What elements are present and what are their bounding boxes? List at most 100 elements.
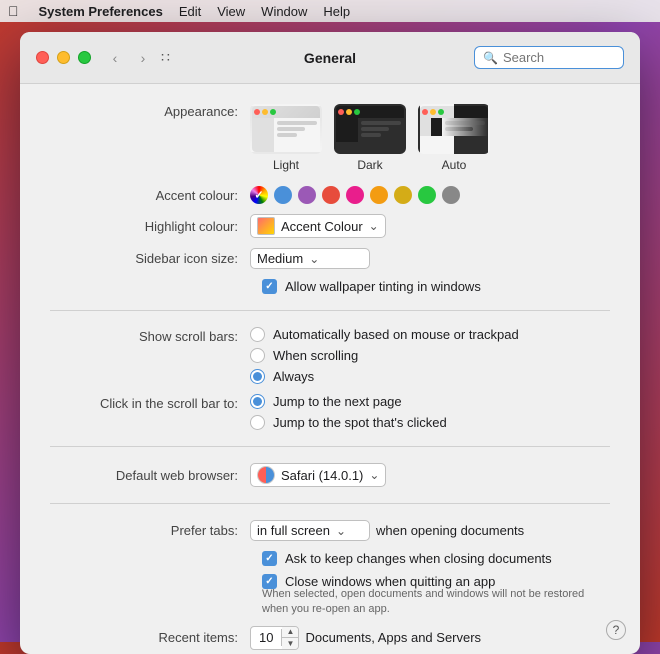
appearance-auto-thumb[interactable] [418,104,490,154]
accent-multicolor[interactable] [250,186,268,204]
wallpaper-tinting-row: ✓ Allow wallpaper tinting in windows [262,279,610,294]
maximize-button[interactable] [78,51,91,64]
click-next-row: Jump to the next page [250,394,447,409]
accent-orange[interactable] [370,186,388,204]
appearance-dark-thumb[interactable] [334,104,406,154]
recent-items-stepper[interactable]: 10 ▲ ▼ [250,626,299,650]
help-button[interactable]: ? [606,620,626,640]
prefer-tabs-value: in full screen [257,523,330,538]
search-box[interactable]: 🔍 [474,46,624,69]
appearance-light-label: Light [273,158,299,172]
window-title: General [304,50,356,66]
accent-blue[interactable] [274,186,292,204]
prefer-tabs-content: in full screen ⌄ when opening documents [250,520,524,541]
appearance-light[interactable]: Light [250,104,322,172]
menu-window[interactable]: Window [261,4,307,19]
back-button[interactable]: ‹ [103,48,127,68]
preferences-window: ‹ › ∷ General 🔍 Appearance: [20,32,640,654]
click-next-label: Jump to the next page [273,394,402,409]
click-spot-radio[interactable] [250,415,265,430]
stepper-up-button[interactable]: ▲ [282,627,298,638]
appearance-options: Light [250,104,490,172]
ask-keep-changes-label: Ask to keep changes when closing documen… [285,551,552,566]
titlebar: ‹ › ∷ General 🔍 [20,32,640,84]
wallpaper-tinting-label: Allow wallpaper tinting in windows [285,279,481,294]
appearance-label: Appearance: [50,104,250,119]
menu-app-name[interactable]: System Preferences [39,4,163,19]
highlight-colour-value: Accent Colour [281,219,363,234]
menu-edit[interactable]: Edit [179,4,201,19]
prefer-tabs-row: Prefer tabs: in full screen ⌄ when openi… [50,520,610,541]
scroll-auto-row: Automatically based on mouse or trackpad [250,327,519,342]
default-browser-value: Safari (14.0.1) [281,468,363,483]
forward-button[interactable]: › [131,48,155,68]
recent-items-value: 10 [251,629,282,646]
appearance-light-thumb[interactable] [250,104,322,154]
section-divider-3 [50,503,610,504]
default-browser-row: Default web browser: Safari (14.0.1) ⌄ [50,463,610,487]
recent-items-content: 10 ▲ ▼ Documents, Apps and Servers [250,626,481,650]
accent-red[interactable] [322,186,340,204]
scroll-when-radio[interactable] [250,348,265,363]
ask-keep-changes-checkbox[interactable]: ✓ [262,551,277,566]
appearance-row: Appearance: [50,104,610,172]
tabs-chevron-icon: ⌄ [336,524,346,538]
show-scroll-bars-label: Show scroll bars: [50,327,250,344]
ask-keep-changes-row: ✓ Ask to keep changes when closing docum… [262,551,610,566]
checkmark-icon-2: ✓ [265,553,273,564]
sidebar-icon-size-value: Medium [257,251,303,266]
checkmark-icon-3: ✓ [265,576,273,587]
accent-green[interactable] [418,186,436,204]
wallpaper-tinting-checkbox[interactable]: ✓ [262,279,277,294]
menu-view[interactable]: View [217,4,245,19]
prefer-tabs-dropdown[interactable]: in full screen ⌄ [250,520,370,541]
apple-logo-icon[interactable]:  [8,3,19,19]
prefer-tabs-label: Prefer tabs: [50,523,250,538]
click-spot-label: Jump to the spot that's clicked [273,415,447,430]
highlight-chevron-icon: ⌄ [369,219,379,233]
close-windows-hint: When selected, open documents and window… [262,587,610,618]
search-input[interactable] [503,50,615,65]
click-spot-row: Jump to the spot that's clicked [250,415,447,430]
accent-colour-options [250,186,460,204]
appearance-auto[interactable]: Auto [418,104,490,172]
accent-pink[interactable] [346,186,364,204]
accent-purple[interactable] [298,186,316,204]
scroll-when-row: When scrolling [250,348,519,363]
safari-icon [257,466,275,484]
click-scroll-bar-label: Click in the scroll bar to: [50,394,250,411]
accent-yellow[interactable] [394,186,412,204]
scroll-auto-label: Automatically based on mouse or trackpad [273,327,519,342]
scroll-always-radio[interactable] [250,369,265,384]
minimize-button[interactable] [57,51,70,64]
sidebar-size-chevron-icon: ⌄ [309,252,319,266]
highlight-colour-row: Highlight colour: Accent Colour ⌄ [50,214,610,238]
checkmark-icon: ✓ [265,281,273,292]
default-browser-dropdown[interactable]: Safari (14.0.1) ⌄ [250,463,386,487]
recent-items-label: Recent items: [50,630,250,645]
menu-help[interactable]: Help [323,4,350,19]
close-button[interactable] [36,51,49,64]
search-icon: 🔍 [483,51,498,65]
recent-items-suffix: Documents, Apps and Servers [305,630,481,645]
accent-colour-label: Accent colour: [50,188,250,203]
highlight-colour-dropdown[interactable]: Accent Colour ⌄ [250,214,386,238]
show-scroll-bars-options: Automatically based on mouse or trackpad… [250,327,519,384]
scroll-when-label: When scrolling [273,348,358,363]
click-next-radio[interactable] [250,394,265,409]
appearance-dark-label: Dark [357,158,382,172]
appearance-dark[interactable]: Dark [334,104,406,172]
recent-items-row: Recent items: 10 ▲ ▼ Documents, Apps and… [50,626,610,650]
grid-icon[interactable]: ∷ [161,49,170,66]
scroll-auto-radio[interactable] [250,327,265,342]
default-browser-label: Default web browser: [50,468,250,483]
accent-graphite[interactable] [442,186,460,204]
preferences-content: Appearance: [20,84,640,654]
section-divider-1 [50,310,610,311]
stepper-down-button[interactable]: ▼ [282,638,298,649]
sidebar-icon-size-label: Sidebar icon size: [50,251,250,266]
sidebar-icon-size-dropdown[interactable]: Medium ⌄ [250,248,370,269]
show-scroll-bars-row: Show scroll bars: Automatically based on… [50,327,610,384]
menubar:  System Preferences Edit View Window He… [0,0,660,22]
stepper-buttons: ▲ ▼ [282,627,298,649]
